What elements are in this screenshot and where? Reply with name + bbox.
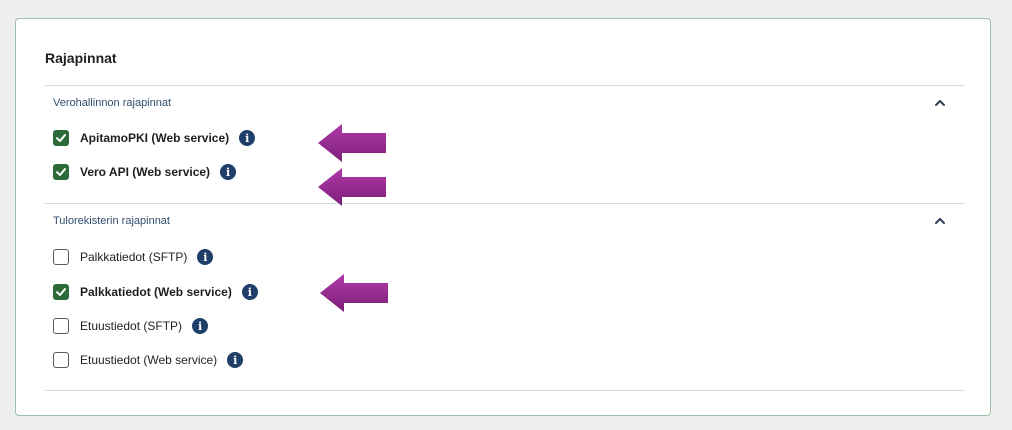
interfaces-panel: Rajapinnat Verohallinnon rajapinnat Apit… xyxy=(15,18,991,416)
info-icon[interactable]: i xyxy=(197,249,214,265)
annotation-arrow-left-icon xyxy=(318,124,386,162)
checkbox-palkkatiedot-sftp[interactable] xyxy=(53,249,69,265)
checkbox-palkkatiedot-ws[interactable] xyxy=(53,284,69,300)
section-header-tulorekisteri[interactable]: Tulorekisterin rajapinnat xyxy=(45,204,965,240)
info-icon[interactable]: i xyxy=(239,130,256,146)
annotation-arrow-left-icon xyxy=(318,168,386,206)
panel-title: Rajapinnat xyxy=(45,50,117,66)
option-etuustiedot-ws[interactable]: Etuustiedot (Web service) i xyxy=(53,349,244,371)
section-header-verohallinto[interactable]: Verohallinnon rajapinnat xyxy=(45,86,965,122)
option-label: ApitamoPKI (Web service) xyxy=(80,131,230,145)
section-verohallinto: Verohallinnon rajapinnat xyxy=(45,85,965,122)
section-title: Tulorekisterin rajapinnat xyxy=(53,215,170,227)
checkbox-vero-api[interactable] xyxy=(53,164,69,180)
option-palkkatiedot-ws[interactable]: Palkkatiedot (Web service) i xyxy=(53,281,258,303)
option-label: Etuustiedot (Web service) xyxy=(80,353,218,367)
option-label: Vero API (Web service) xyxy=(80,165,211,179)
checkbox-apitamopki[interactable] xyxy=(53,130,69,146)
section-divider xyxy=(45,390,965,391)
option-apitamopki[interactable]: ApitamoPKI (Web service) i xyxy=(53,127,256,149)
chevron-up-icon[interactable] xyxy=(933,214,947,228)
checkmark-icon xyxy=(56,134,66,142)
checkmark-icon xyxy=(56,168,66,176)
option-palkkatiedot-sftp[interactable]: Palkkatiedot (SFTP) i xyxy=(53,246,214,268)
option-label: Etuustiedot (SFTP) xyxy=(80,319,183,333)
chevron-up-icon[interactable] xyxy=(933,96,947,110)
info-icon[interactable]: i xyxy=(220,164,237,180)
section-tulorekisteri: Tulorekisterin rajapinnat xyxy=(45,203,965,240)
checkmark-icon xyxy=(56,288,66,296)
section-title: Verohallinnon rajapinnat xyxy=(53,97,172,109)
option-label: Palkkatiedot (SFTP) xyxy=(80,250,188,264)
info-icon[interactable]: i xyxy=(227,352,244,368)
option-vero-api[interactable]: Vero API (Web service) i xyxy=(53,161,237,183)
checkbox-etuustiedot-ws[interactable] xyxy=(53,352,69,368)
annotation-arrow-left-icon xyxy=(320,274,388,312)
info-icon[interactable]: i xyxy=(241,284,258,300)
info-icon[interactable]: i xyxy=(192,318,209,334)
option-etuustiedot-sftp[interactable]: Etuustiedot (SFTP) i xyxy=(53,315,209,337)
checkbox-etuustiedot-sftp[interactable] xyxy=(53,318,69,334)
option-label: Palkkatiedot (Web service) xyxy=(80,285,232,299)
